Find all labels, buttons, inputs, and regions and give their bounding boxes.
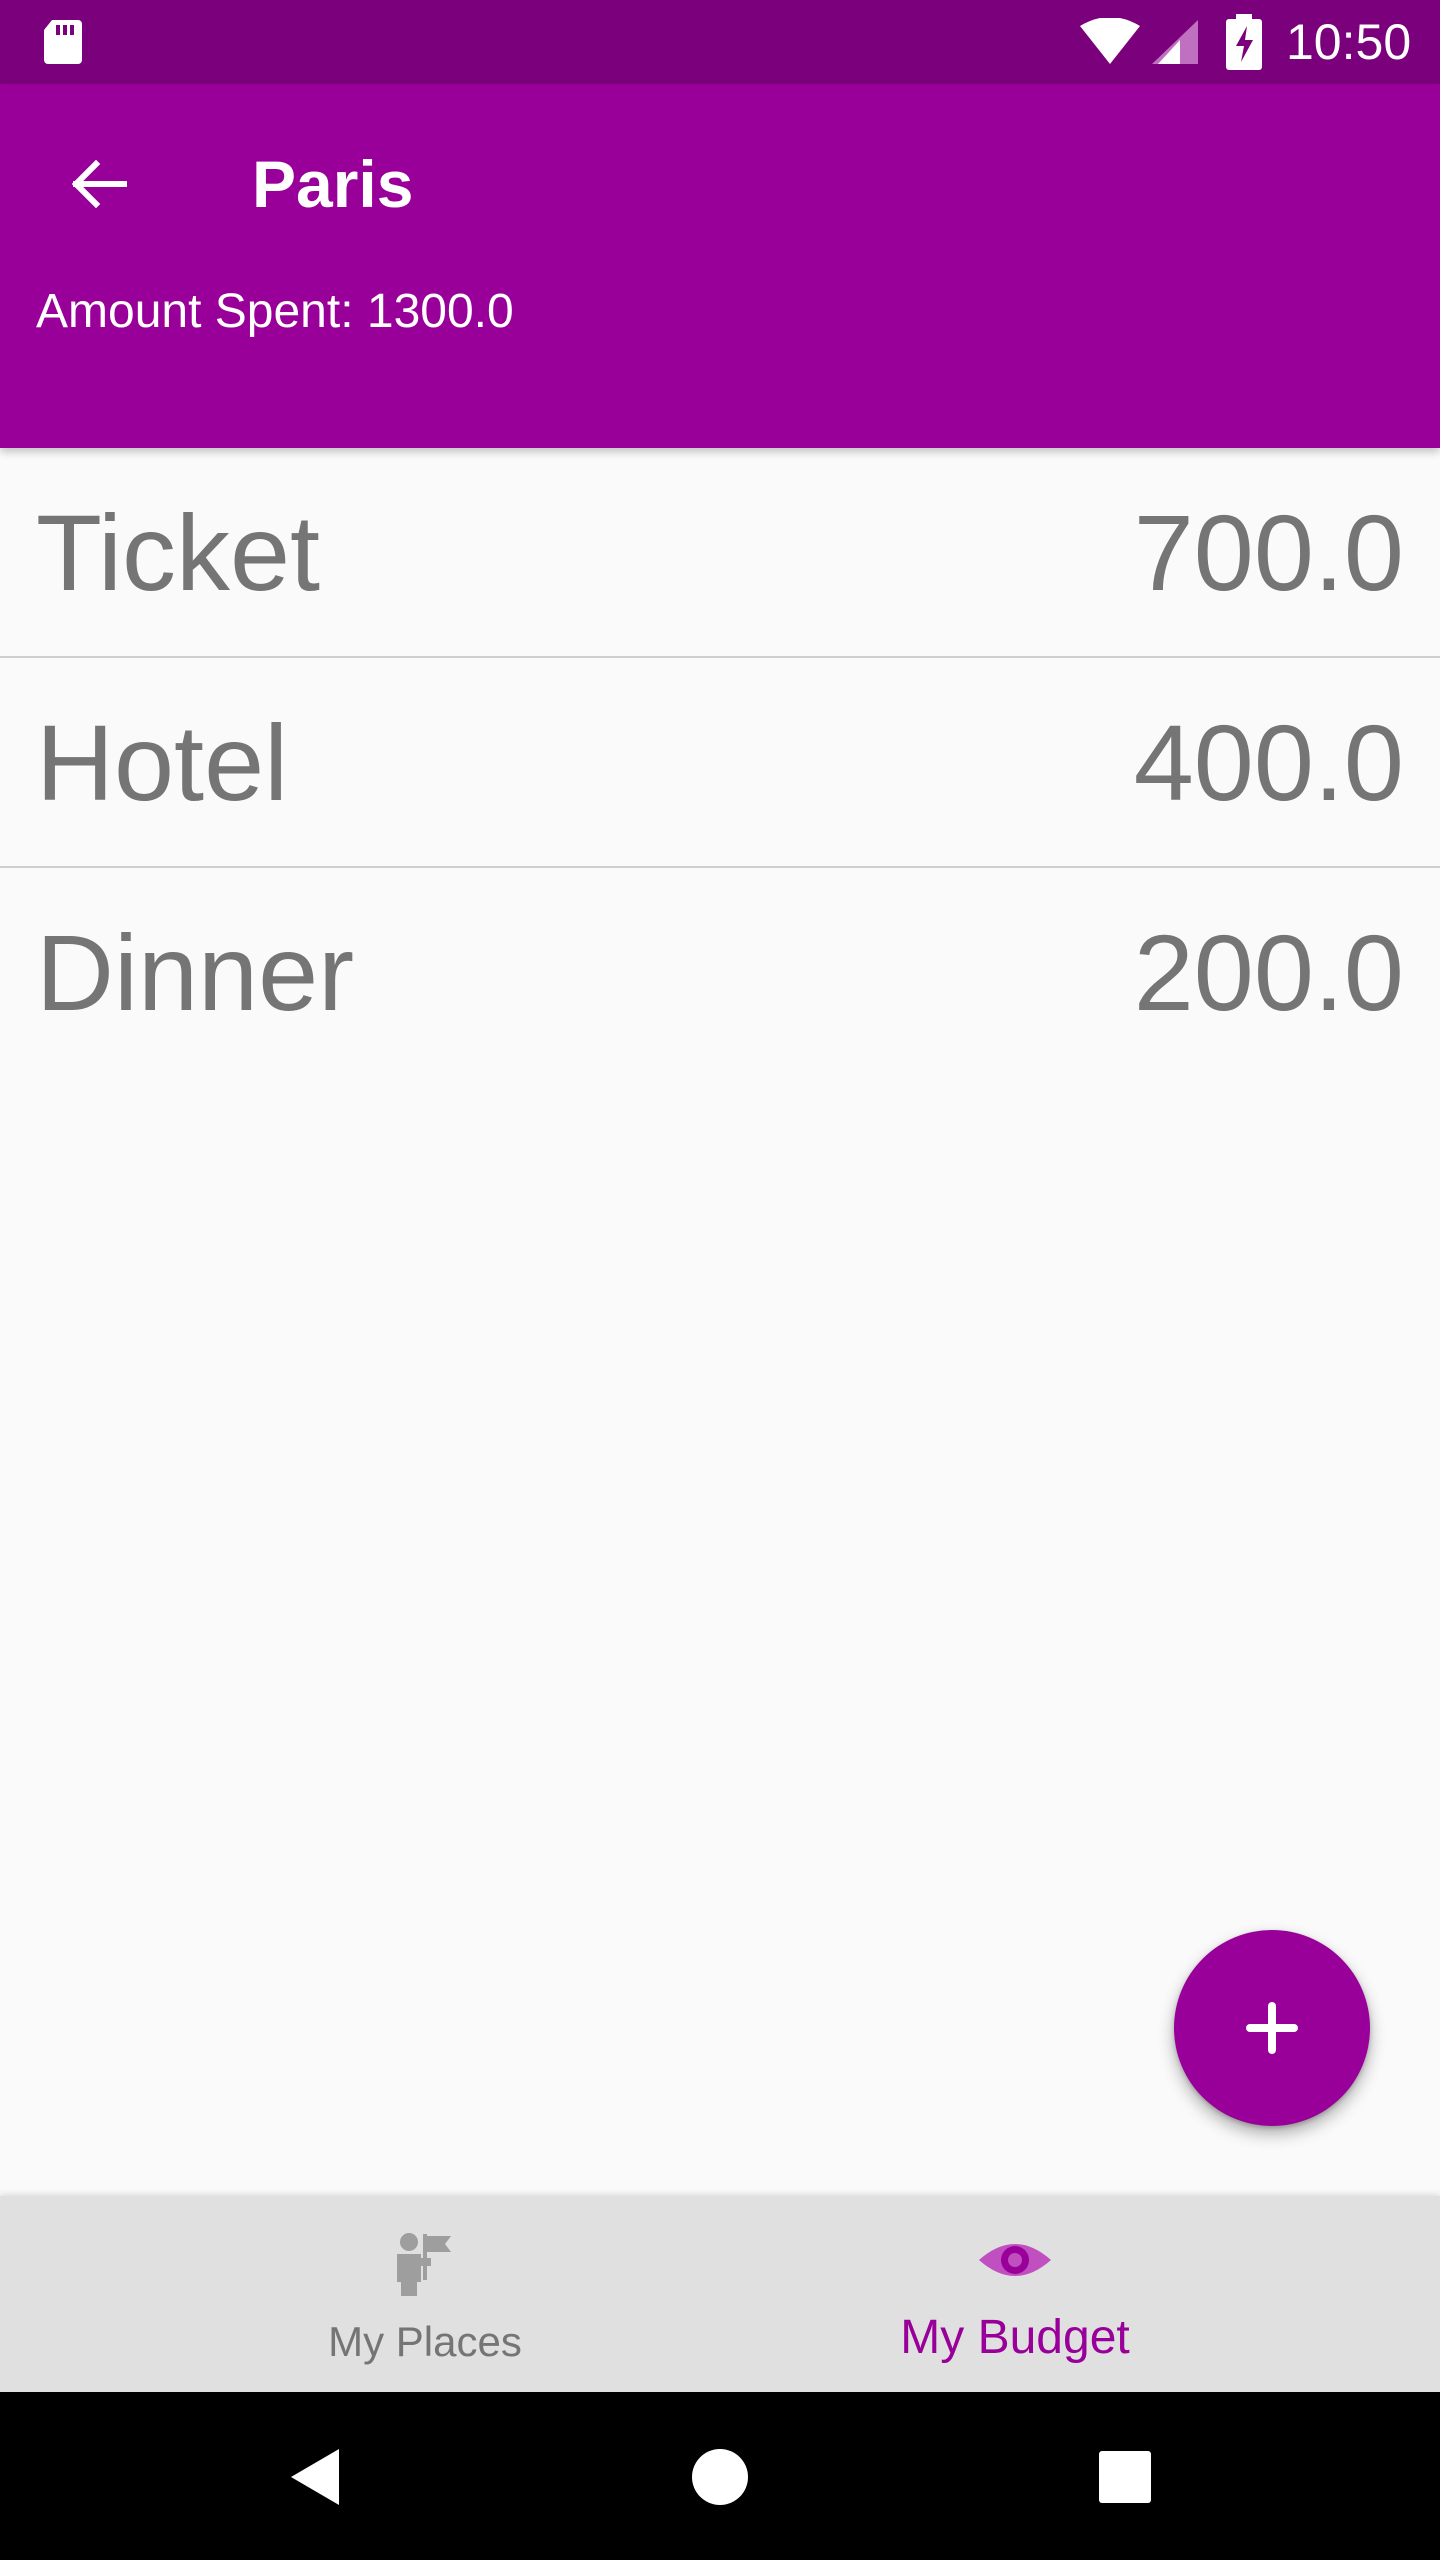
expense-list: Ticket 700.0 Hotel 400.0 Dinner 200.0 bbox=[0, 448, 1440, 1078]
expense-amount: 200.0 bbox=[1133, 912, 1404, 1033]
amount-spent-text: Amount Spent: 1300.0 bbox=[36, 285, 514, 338]
expense-name: Ticket bbox=[36, 492, 321, 613]
system-recents-button[interactable] bbox=[1080, 2432, 1170, 2522]
list-item[interactable]: Hotel 400.0 bbox=[0, 658, 1440, 868]
expense-amount: 700.0 bbox=[1133, 492, 1404, 613]
expense-name: Hotel bbox=[36, 702, 289, 823]
list-item[interactable]: Dinner 200.0 bbox=[0, 868, 1440, 1078]
status-bar: 10:50 bbox=[0, 0, 1440, 84]
back-triangle-icon bbox=[291, 2449, 339, 2505]
cell-signal-icon bbox=[1152, 20, 1198, 64]
status-time: 10:50 bbox=[1286, 14, 1412, 70]
system-navigation-bar bbox=[0, 2392, 1440, 2560]
eye-icon bbox=[979, 2244, 1051, 2276]
sd-card-icon bbox=[44, 20, 82, 64]
nav-label: My Budget bbox=[900, 2311, 1130, 2364]
system-back-button[interactable] bbox=[270, 2432, 360, 2522]
expense-amount: 400.0 bbox=[1133, 702, 1404, 823]
system-home-button[interactable] bbox=[675, 2432, 765, 2522]
plus-icon bbox=[1246, 2002, 1298, 2054]
nav-item-my-places[interactable]: My Places bbox=[175, 2196, 675, 2392]
screen: 10:50 Paris Amount Spent: 1300.0 Ticket … bbox=[0, 0, 1440, 2560]
list-item[interactable]: Ticket 700.0 bbox=[0, 448, 1440, 658]
add-expense-button[interactable] bbox=[1174, 1930, 1370, 2126]
nav-label: My Places bbox=[328, 2318, 522, 2365]
wifi-icon bbox=[1080, 18, 1140, 64]
nav-item-my-budget[interactable]: My Budget bbox=[765, 2196, 1265, 2392]
expense-name: Dinner bbox=[36, 912, 355, 1033]
battery-charging-icon bbox=[1226, 14, 1262, 70]
arrow-back-icon bbox=[71, 159, 127, 209]
recents-square-icon bbox=[1099, 2451, 1151, 2503]
places-icon bbox=[397, 2233, 451, 2296]
app-bar: Paris Amount Spent: 1300.0 bbox=[0, 84, 1440, 448]
back-button[interactable] bbox=[52, 138, 144, 230]
bottom-navigation: My Places My Budget bbox=[0, 2196, 1440, 2392]
page-title: Paris bbox=[252, 147, 414, 221]
home-circle-icon bbox=[692, 2449, 748, 2505]
